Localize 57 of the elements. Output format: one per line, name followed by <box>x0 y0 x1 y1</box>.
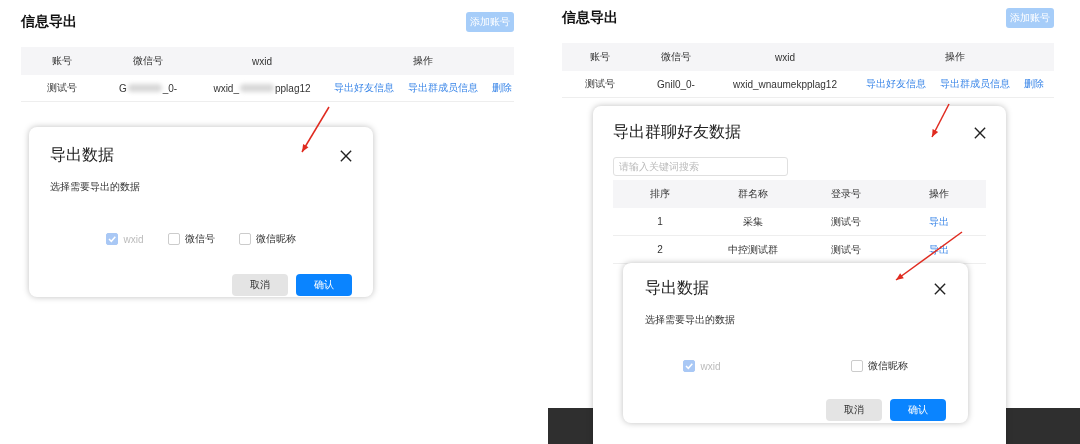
column-header: 微信号 <box>660 50 692 64</box>
table-cell-text: 测试号 <box>829 214 862 229</box>
action-link[interactable]: 导出群成员信息 <box>407 81 478 95</box>
column-header: 排序 <box>649 187 671 201</box>
search-field[interactable]: 请输入关键词搜索 <box>613 157 788 176</box>
action-link[interactable]: 导出好友信息 <box>866 77 926 91</box>
column-header: 操作 <box>927 187 950 201</box>
column-header: wxid <box>251 55 273 67</box>
column-header: 账号 <box>589 50 611 64</box>
page-title: 信息导出 <box>21 13 77 31</box>
column-header: 群名称 <box>737 187 769 201</box>
column-header: wxid <box>774 51 796 63</box>
action-link[interactable]: 导出好友信息 <box>333 81 394 95</box>
column-header: 登录号 <box>829 187 862 201</box>
checkbox-option[interactable]: 微信号 <box>167 232 215 246</box>
checkbox-option[interactable]: 微信昵称 <box>238 232 296 246</box>
close-icon[interactable] <box>974 126 986 139</box>
cancel-button[interactable]: 取消 <box>232 274 288 296</box>
annotation-arrow <box>301 106 330 153</box>
dialog-title: 导出群聊好友数据 <box>613 122 741 142</box>
page-title: 信息导出 <box>562 9 618 27</box>
confirm-button[interactable]: 确认 <box>890 399 946 421</box>
table-cell-text: 测试号 <box>584 77 616 91</box>
checkbox[interactable] <box>167 233 180 245</box>
action-link[interactable]: 删除 <box>1024 77 1044 91</box>
table-cell-text: 测试号 <box>46 81 78 95</box>
column-header: 操作 <box>944 50 966 64</box>
checkmark-icon <box>684 361 695 371</box>
blurred-cell: G _0- <box>118 82 178 94</box>
table-cell-text: 2 <box>656 244 664 255</box>
prompt-text: 选择需要导出的数据 <box>645 313 736 327</box>
table-cell-text: 1 <box>656 216 664 227</box>
table-cell-text: Gnil0_0- <box>656 78 696 90</box>
table-cell-text: 中控测试群 <box>727 242 779 257</box>
blurred-cell: wxid_ pplag12 <box>213 82 311 94</box>
annotation-arrow <box>895 231 963 281</box>
table-cell-text: wxid_wnaumekpplag12 <box>732 78 838 90</box>
close-icon[interactable] <box>340 149 352 162</box>
checkbox[interactable] <box>238 233 251 245</box>
checkmark-icon <box>107 234 118 244</box>
column-header: 账号 <box>51 54 73 68</box>
table-cell-text: 采集 <box>742 214 764 229</box>
prompt-text: 选择需要导出的数据 <box>50 180 141 194</box>
annotation-arrow <box>931 103 950 138</box>
checkbox-option[interactable]: 微信昵称 <box>850 359 908 373</box>
action-link[interactable]: 导出群成员信息 <box>940 77 1010 91</box>
action-link[interactable]: 删除 <box>491 81 512 95</box>
close-icon[interactable] <box>934 282 946 295</box>
table-cell-text: 测试号 <box>829 242 862 257</box>
dialog-title: 导出数据 <box>645 278 709 298</box>
confirm-button[interactable]: 确认 <box>296 274 352 296</box>
column-header: 微信号 <box>132 54 164 68</box>
checkbox[interactable] <box>850 360 863 372</box>
export-link[interactable]: 导出 <box>928 215 949 227</box>
dialog-title: 导出数据 <box>50 145 114 165</box>
column-header: 操作 <box>411 54 434 68</box>
cancel-button[interactable]: 取消 <box>826 399 882 421</box>
